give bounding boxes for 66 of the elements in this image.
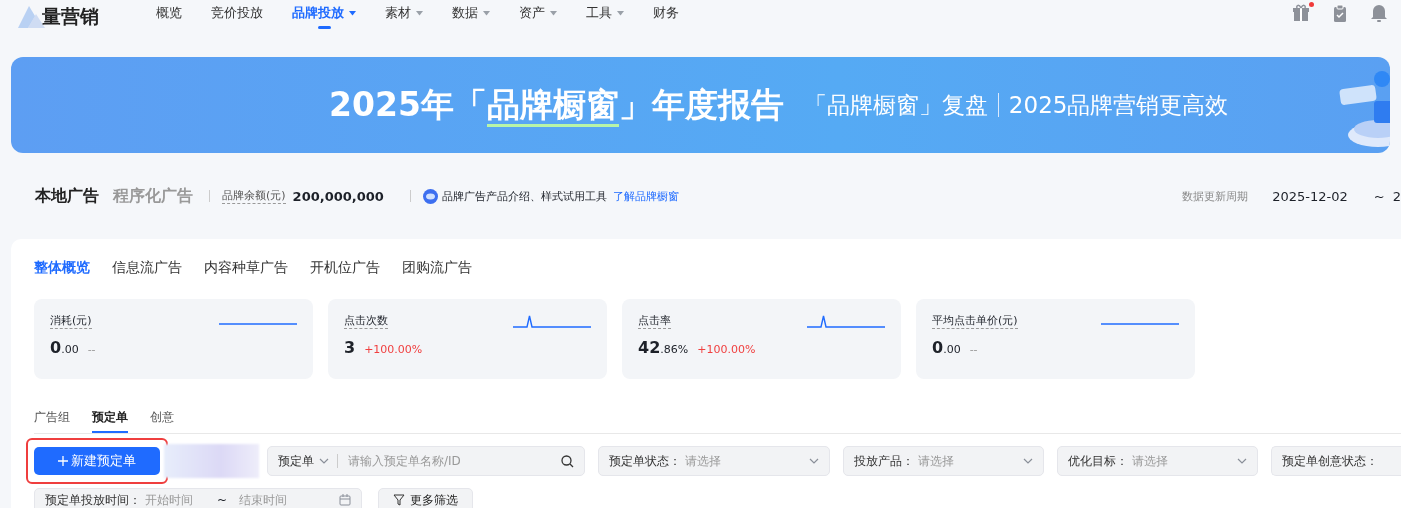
metric-change: +100.00% xyxy=(364,343,423,356)
nav-menu-item[interactable]: 品牌投放 xyxy=(292,2,356,32)
logo-text: 量营销 xyxy=(42,4,99,29)
intro-text: 品牌广告产品介绍、样式试用工具 xyxy=(441,188,607,204)
overview-tab[interactable]: 内容种草广告 xyxy=(204,259,288,277)
search-input[interactable]: 请输入预定单名称/ID xyxy=(346,453,561,469)
more-filters-button[interactable]: 更多筛选 xyxy=(378,488,473,508)
metric-value: 3 xyxy=(344,338,356,357)
metric-change: -- xyxy=(969,343,978,356)
list-tab[interactable]: 创意 xyxy=(150,409,174,433)
nav-menu-item[interactable]: 素材 xyxy=(385,2,423,32)
metric-change: -- xyxy=(87,343,96,356)
metric-decimal: .86% xyxy=(660,343,689,356)
balance-label: 品牌余额(元) xyxy=(222,188,286,204)
plus-icon xyxy=(58,456,68,466)
nav-menu-item[interactable]: 工具 xyxy=(586,2,624,32)
metric-change: +100.00% xyxy=(697,343,756,356)
nav-menu-item[interactable]: 竞价投放 xyxy=(211,2,263,32)
date-text: 2 xyxy=(1392,188,1401,204)
overview-tab[interactable]: 团购流广告 xyxy=(402,259,472,277)
ad-type-tab[interactable]: 本地广告 xyxy=(35,185,99,207)
select-field[interactable]: 预定单状态： 请选择 xyxy=(598,446,830,476)
nav-menu-item[interactable]: 数据 xyxy=(452,2,490,32)
nav-menu-item[interactable]: 资产 xyxy=(519,2,557,32)
metric-value: 0 xyxy=(932,338,944,357)
new-order-button[interactable]: 新建预定单 xyxy=(34,447,160,475)
metric-title: 平均点击单价(元) xyxy=(932,313,1018,329)
chevron-down-icon xyxy=(1237,458,1247,464)
select-field[interactable]: 预定单创意状态： xyxy=(1271,446,1401,476)
overview-tab[interactable]: 整体概览 xyxy=(34,259,90,277)
chevron-down-icon xyxy=(1023,458,1033,464)
nav-menu-item[interactable]: 概览 xyxy=(156,2,182,32)
metric-title: 点击次数 xyxy=(344,313,388,329)
date-range-field[interactable]: 预定单投放时间： 开始时间 ~ 结束时间 xyxy=(34,488,362,508)
metric-title: 消耗(元) xyxy=(50,313,92,329)
update-period-label: 数据更新周期 xyxy=(1182,188,1249,204)
select-field[interactable]: 投放产品： 请选择 xyxy=(843,446,1044,476)
list-tab[interactable]: 预定单 xyxy=(92,409,128,433)
date-text: 2025-12-02 xyxy=(1272,188,1348,204)
metric-title: 点击率 xyxy=(638,313,671,329)
bell-icon[interactable] xyxy=(1370,4,1388,22)
search-icon xyxy=(561,454,574,468)
gift-icon[interactable] xyxy=(1292,4,1310,22)
banner-subtitle: 「品牌橱窗」复盘 xyxy=(803,90,988,120)
banner-title: 2025年「品牌橱窗」年度报告 xyxy=(329,82,784,128)
list-tab[interactable]: 广告组 xyxy=(34,409,70,433)
metric-value: 0 xyxy=(50,338,62,357)
metric-value: 42 xyxy=(638,338,661,357)
scope-select[interactable]: 预定单 xyxy=(278,452,314,470)
chat-bubble-icon xyxy=(422,188,438,204)
select-field[interactable]: 优化目标： 请选择 xyxy=(1057,446,1258,476)
calendar-icon xyxy=(339,494,351,506)
nav-menu-item[interactable]: 财务 xyxy=(653,2,679,32)
balance-value: 200,000,000 xyxy=(292,188,384,204)
chevron-down-icon xyxy=(809,458,819,464)
clipboard-icon[interactable] xyxy=(1331,4,1349,22)
overview-tab[interactable]: 开机位广告 xyxy=(310,259,380,277)
metric-decimal: .00 xyxy=(943,343,961,356)
search-field[interactable]: 预定单 请输入预定单名称/ID xyxy=(267,446,585,476)
overview-tab[interactable]: 信息流广告 xyxy=(112,259,182,277)
banner-subtitle: 2025品牌营销更高效 xyxy=(1008,90,1229,120)
filter-icon xyxy=(393,494,405,506)
learn-more-link[interactable]: 了解品牌橱窗 xyxy=(612,188,679,204)
metric-decimal: .00 xyxy=(61,343,79,356)
chevron-down-icon xyxy=(319,458,329,464)
date-separator: ~ xyxy=(1373,188,1385,204)
